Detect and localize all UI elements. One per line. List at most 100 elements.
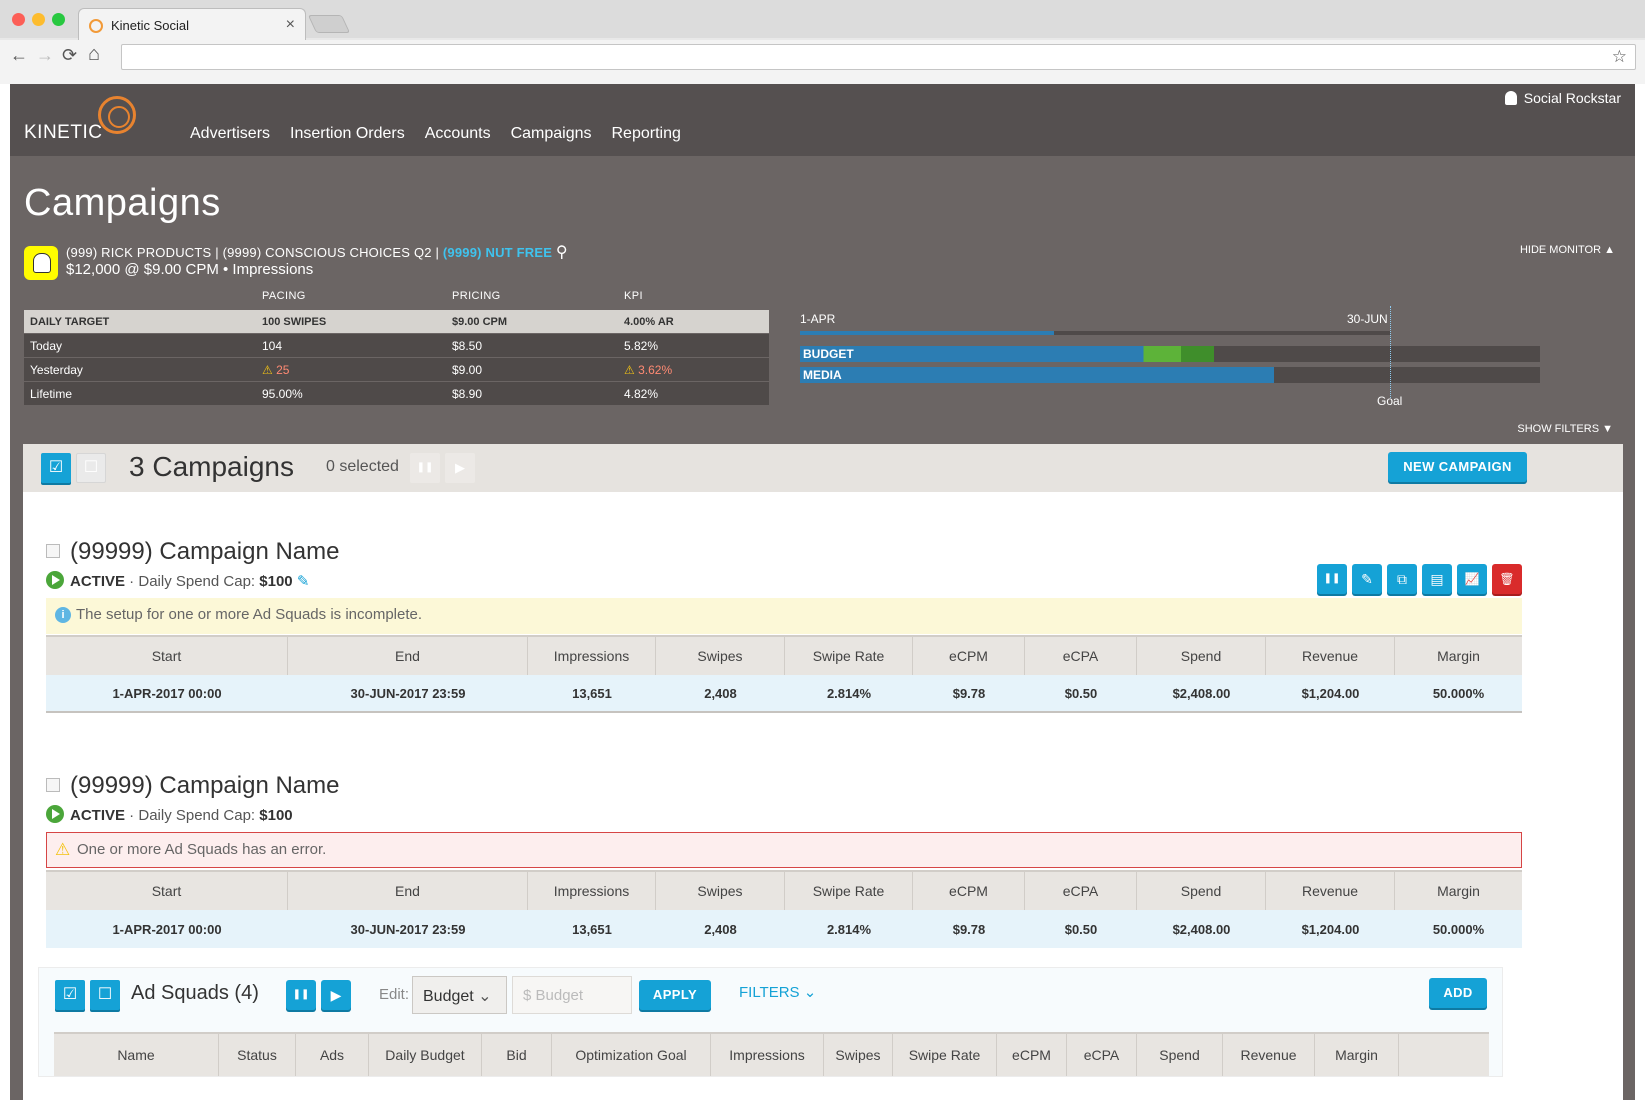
campaign-card: (99999) Campaign Name ACTIVE · Daily Spe… [46, 772, 1522, 962]
ad-squads-title: Ad Squads (4) [131, 982, 259, 1004]
edit-cap-pencil-icon[interactable]: ✎ [297, 573, 310, 590]
pause-button[interactable]: ❚❚ [1317, 564, 1347, 594]
apply-button[interactable]: APPLY [639, 980, 711, 1010]
budget-track: BUDGET [800, 346, 1540, 362]
logo-swirl-icon [98, 96, 136, 134]
new-campaign-button[interactable]: NEW CAMPAIGN [1388, 452, 1527, 482]
adsquad-deselect-checkbox[interactable]: ☐ [90, 980, 120, 1010]
time-track [800, 331, 1390, 335]
tab-title: Kinetic Social [111, 18, 190, 33]
selected-count: 0 selected [326, 458, 399, 475]
warning-icon: ⚠ [262, 362, 273, 377]
select-all-checkbox[interactable]: ☑ [41, 453, 71, 483]
hide-monitor-toggle[interactable]: HIDE MONITOR ▲ [1520, 244, 1615, 256]
close-tab-icon[interactable]: × [286, 16, 295, 34]
nav-reporting[interactable]: Reporting [612, 125, 681, 143]
bulk-pause-button[interactable]: ❚❚ [410, 453, 440, 483]
campaign-stats-table: Start End Impressions Swipes Swipe Rate eCPM e… [46, 635, 1522, 713]
top-nav: KINETIC Advertisers Insertion Orders Acc… [10, 84, 1635, 156]
table-row: 1-APR-2017 00:00 30-JUN-2017 23:59 13,651 2… [46, 675, 1522, 713]
search-icon[interactable]: ⚲ [556, 244, 568, 261]
stats-header: Start End Impressions Swipes Swipe Rate eCPM e… [46, 870, 1522, 910]
back-icon[interactable]: ← [10, 45, 28, 66]
minimize-window-icon[interactable] [32, 13, 45, 26]
budget-summary: $12,000 @ $9.00 CPM • Impressions [66, 261, 314, 278]
campaign-name[interactable]: (99999) Campaign Name [70, 772, 339, 799]
user-menu[interactable]: Social Rockstar [1504, 90, 1621, 106]
close-window-icon[interactable] [12, 13, 25, 26]
adsquad-select-all-checkbox[interactable]: ☑ [55, 980, 85, 1010]
show-filters-toggle[interactable]: SHOW FILTERS ▼ [1517, 423, 1613, 435]
report-button[interactable]: 📈 [1457, 564, 1487, 594]
campaign-checkbox[interactable] [46, 544, 60, 558]
pacing-chart: 1-APR 30-JUN BUDGET MEDIA Goal [800, 306, 1540, 412]
breadcrumb-current[interactable]: (9999) NUT FREE [443, 245, 552, 260]
monitor-row-today: Today 104 $8.50 5.82% [24, 334, 769, 358]
goal-marker [1390, 306, 1391, 398]
adsquad-play-button[interactable]: ▶ [321, 980, 351, 1010]
nav-accounts[interactable]: Accounts [425, 125, 491, 143]
reload-icon[interactable]: ⟳ [62, 45, 77, 66]
campaign-status: ACTIVE · Daily Spend Cap: $100 ✎ [46, 571, 309, 590]
edit-field-select[interactable]: Budget ⌄ [412, 976, 507, 1014]
edit-label: Edit: [379, 986, 410, 1003]
adsquad-pause-button[interactable]: ❚❚ [286, 980, 316, 1010]
delete-button[interactable]: 🗑 [1492, 564, 1522, 594]
deselect-all-checkbox[interactable]: ☐ [76, 453, 106, 483]
pacing-start-label: 1-APR [800, 312, 836, 326]
nav-insertion-orders[interactable]: Insertion Orders [290, 125, 405, 143]
status-label: ACTIVE [70, 807, 126, 824]
forward-icon[interactable]: → [36, 45, 54, 66]
active-play-icon [46, 571, 64, 589]
monitor-header: PACING PRICING KPI [24, 290, 769, 310]
bulk-play-button[interactable]: ▶ [445, 453, 475, 483]
bookmark-star-icon[interactable]: ☆ [1612, 47, 1627, 67]
add-adsquad-button[interactable]: ADD [1429, 978, 1487, 1008]
home-icon[interactable]: ⌂ [88, 43, 100, 66]
budget-input[interactable]: $ Budget [512, 976, 632, 1014]
snapchat-icon [24, 246, 58, 280]
campaign-checkbox[interactable] [46, 778, 60, 792]
user-icon [1504, 91, 1517, 105]
breadcrumb-path[interactable]: (999) RICK PRODUCTS | (9999) CONSCIOUS C… [66, 245, 439, 260]
browser-tab[interactable]: Kinetic Social × [78, 8, 306, 40]
nav-advertisers[interactable]: Advertisers [190, 125, 270, 143]
campaign-actions: ❚❚ ✎ ⧉ ▤ 📈 🗑 [1317, 564, 1522, 594]
breadcrumb: (999) RICK PRODUCTS | (9999) CONSCIOUS C… [66, 242, 568, 262]
nav-campaigns[interactable]: Campaigns [511, 125, 592, 143]
daily-cap-value: $100 [259, 807, 293, 824]
campaign-name[interactable]: (99999) Campaign Name [70, 538, 339, 565]
campaign-title: (99999) Campaign Name [46, 772, 339, 800]
monitor-row-lifetime: Lifetime 95.00% $8.90 4.82% [24, 382, 769, 406]
favicon-icon [89, 19, 103, 33]
status-label: ACTIVE [70, 573, 126, 590]
new-tab-button[interactable] [307, 15, 351, 33]
campaign-card: (99999) Campaign Name ACTIVE · Daily Spe… [46, 538, 1522, 728]
campaign-count-title: 3 Campaigns [129, 451, 294, 482]
maximize-window-icon[interactable] [52, 13, 65, 26]
edit-button[interactable]: ✎ [1352, 564, 1382, 594]
logo-text[interactable]: KINETIC [24, 122, 102, 144]
col-kpi: KPI [624, 290, 643, 302]
duplicate-button[interactable]: ⧉ [1387, 564, 1417, 594]
campaign-stats-table: Start End Impressions Swipes Swipe Rate eCPM e… [46, 870, 1522, 948]
info-icon: i [55, 607, 71, 623]
media-progress-bar [800, 367, 1274, 383]
setup-incomplete-alert: i The setup for one or more Ad Squads is … [46, 598, 1522, 634]
media-label: MEDIA [803, 368, 842, 382]
ad-squads-panel: ☑ ☐ Ad Squads (4) ❚❚ ▶ Edit: Budget ⌄ $ … [38, 967, 1503, 1077]
warning-icon: ⚠ [55, 840, 71, 859]
address-bar[interactable]: ☆ [121, 44, 1636, 70]
tab-strip: Kinetic Social × [0, 0, 1645, 40]
user-name: Social Rockstar [1523, 90, 1621, 106]
media-track: MEDIA [800, 367, 1540, 383]
stats-header: Start End Impressions Swipes Swipe Rate eCPM e… [46, 635, 1522, 675]
pacing-end-label: 30-JUN [1347, 312, 1388, 326]
monitor-row-target: DAILY TARGET 100 SWIPES $9.00 CPM 4.00% … [24, 310, 769, 334]
page-title: Campaigns [24, 182, 221, 224]
list-toolbar: ☑ ☐ 3 Campaigns 0 selected ❚❚ ▶ NEW CAMP… [23, 444, 1623, 492]
creative-button[interactable]: ▤ [1422, 564, 1452, 594]
monitor-table: PACING PRICING KPI DAILY TARGET 100 SWIP… [24, 290, 769, 406]
filters-toggle[interactable]: FILTERS ⌄ [739, 983, 816, 1001]
goal-label: Goal [1377, 394, 1403, 408]
